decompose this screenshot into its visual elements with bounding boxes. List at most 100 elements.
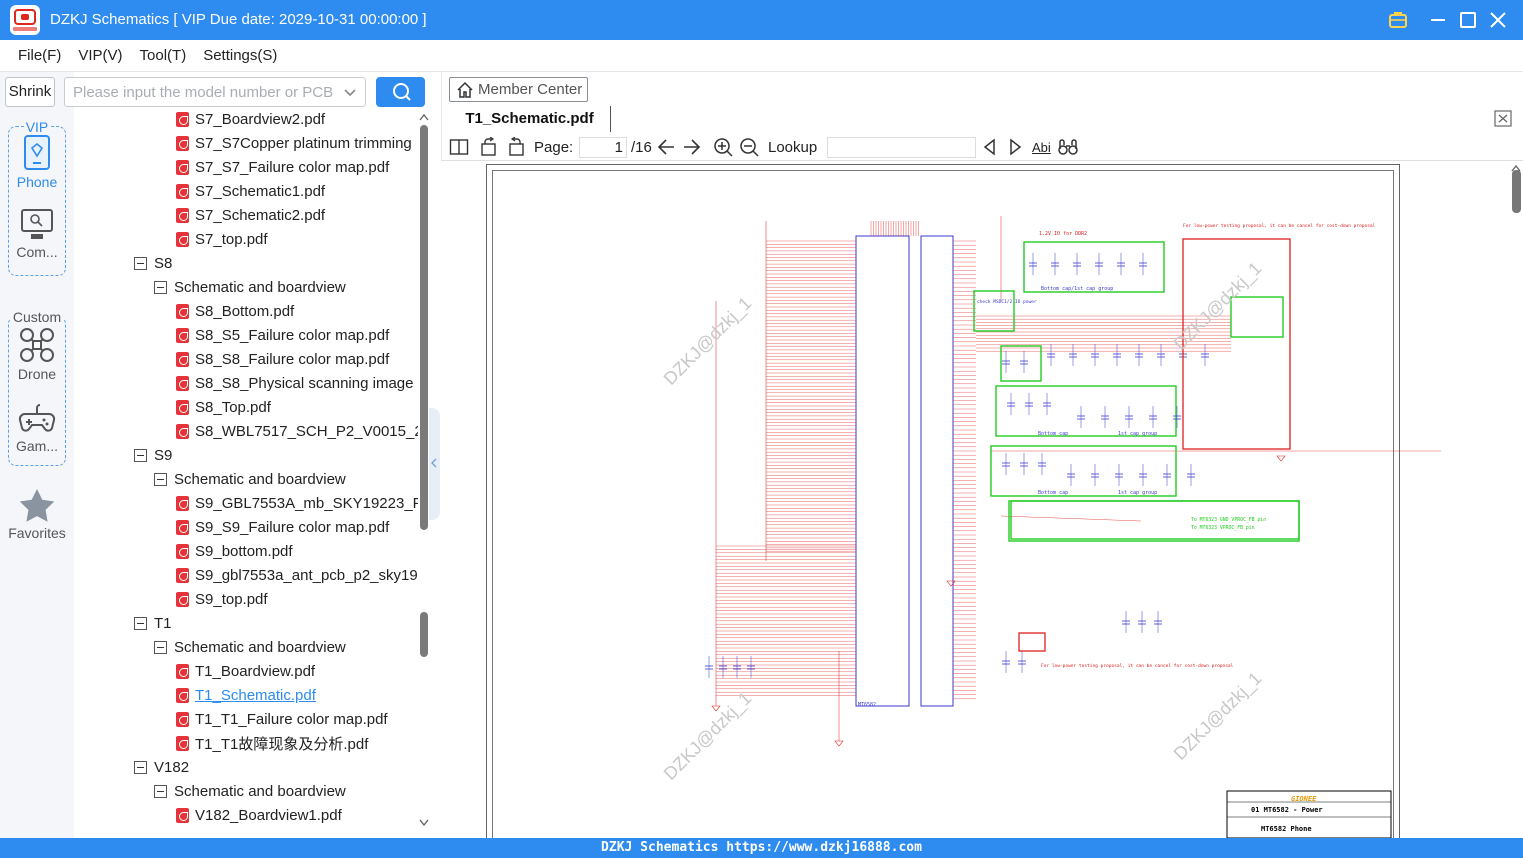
page-label: Page: (534, 139, 574, 156)
document-view[interactable]: MT6582 1.2V IO for DDR2 For low-power test… (441, 161, 1509, 838)
panel-collapse-handle[interactable] (429, 408, 440, 520)
maximize-button[interactable] (1456, 8, 1480, 32)
next-page-icon[interactable] (682, 137, 702, 157)
tree-file-item[interactable]: S8_S8_Physical scanning image (176, 371, 413, 395)
pdf-file-icon (176, 351, 189, 367)
menu-file[interactable]: File(F) (18, 47, 61, 64)
pdf-file-icon (176, 327, 189, 343)
tree-folder-item[interactable]: Schematic and boardview (154, 635, 346, 659)
category-computer[interactable]: Com... (0, 206, 74, 260)
drone-icon (20, 328, 54, 362)
tree-file-item[interactable]: S7_top.pdf (176, 227, 268, 251)
tree-item-label: S8_S5_Failure color map.pdf (195, 326, 390, 344)
document-scroll-thumb[interactable] (1512, 170, 1521, 213)
scroll-up-icon[interactable] (419, 113, 429, 121)
tree-file-item[interactable]: S7_Schematic1.pdf (176, 179, 325, 203)
tree-file-item[interactable]: S8_S8_Failure color map.pdf (176, 347, 389, 371)
tree-scroll-thumb-lower[interactable] (420, 612, 428, 657)
pdf-file-icon (176, 423, 189, 439)
category-favorites[interactable]: Favorites (0, 487, 74, 541)
tree-item-label: S9_top.pdf (195, 590, 268, 608)
tree-folder-item[interactable]: S8 (134, 251, 172, 275)
cap-group-label: Bottom cap (1038, 490, 1068, 496)
vproc-note: To MT6323 VPROC_FB pin (1191, 525, 1255, 531)
tree-file-item[interactable]: S8_Bottom.pdf (176, 299, 294, 323)
category-drone[interactable]: Drone (0, 326, 74, 382)
tree-file-item[interactable]: S7_S7_Failure color map.pdf (176, 155, 389, 179)
status-bar: DZKJ Schematics https://www.dzkj16888.co… (0, 838, 1523, 858)
category-favorites-label: Favorites (8, 525, 66, 541)
tree-folder-item[interactable]: V182 (134, 755, 189, 779)
match-case-toggle[interactable]: Abi (1032, 140, 1051, 155)
category-computer-label: Com... (16, 244, 58, 260)
collapse-toggle-icon[interactable] (134, 448, 147, 462)
tree-file-item[interactable]: T1_Schematic.pdf (176, 683, 316, 707)
rotate-right-icon[interactable] (506, 136, 526, 157)
close-button[interactable] (1486, 8, 1510, 32)
zoom-in-icon[interactable] (713, 137, 733, 157)
tree-folder-item[interactable]: Schematic and boardview (154, 779, 346, 803)
tree-item-label: S7_S7Copper platinum trimming (195, 134, 412, 152)
collapse-toggle-icon[interactable] (134, 616, 147, 630)
minimize-button[interactable] (1426, 8, 1450, 32)
tree-folder-item[interactable]: Schematic and boardview (154, 467, 346, 491)
scroll-down-icon[interactable] (419, 819, 429, 827)
find-prev-icon[interactable] (980, 137, 1000, 157)
tree-file-item[interactable]: S7_S7Copper platinum trimming (176, 131, 412, 155)
tree-folder-item[interactable]: S9 (134, 443, 172, 467)
member-center-button[interactable]: Member Center (449, 77, 588, 102)
zoom-out-icon[interactable] (739, 137, 759, 157)
tree-item-label: S7_Schematic1.pdf (195, 182, 326, 200)
briefcase-icon[interactable] (1386, 8, 1410, 32)
tree-item-label: T1 (154, 614, 172, 632)
menu-vip[interactable]: VIP(V) (78, 47, 122, 64)
close-tab-icon[interactable] (1494, 110, 1512, 127)
tree-file-item[interactable]: T1_T1_Failure color map.pdf (176, 707, 388, 731)
menu-tool[interactable]: Tool(T) (140, 47, 187, 64)
category-phone[interactable]: Phone (0, 134, 74, 190)
binoculars-icon[interactable] (1058, 137, 1078, 157)
collapse-toggle-icon[interactable] (134, 256, 147, 270)
tree-file-item[interactable]: S9_top.pdf (176, 587, 268, 611)
collapse-toggle-icon[interactable] (134, 760, 147, 774)
tree-file-item[interactable]: T1_Boardview.pdf (176, 659, 315, 683)
tree-file-item[interactable]: S7_Boardview2.pdf (176, 107, 325, 131)
tree-folder-item[interactable]: T1 (134, 611, 172, 635)
pdf-file-icon (176, 111, 189, 127)
tree-file-item[interactable]: S9_bottom.pdf (176, 539, 293, 563)
find-next-icon[interactable] (1005, 137, 1025, 157)
rotate-left-icon[interactable] (479, 136, 499, 157)
tree-file-item[interactable]: S8_Top.pdf (176, 395, 271, 419)
tree-file-item[interactable]: S9_GBL7553A_mb_SKY19223_P2 (176, 491, 418, 515)
ic-body (855, 235, 910, 707)
pdf-file-icon (176, 711, 189, 727)
category-game[interactable]: Gam... (0, 400, 74, 454)
tree-item-label: T1_Boardview.pdf (195, 662, 316, 680)
collapse-toggle-icon[interactable] (154, 472, 167, 486)
search-button[interactable] (376, 77, 425, 107)
tree-file-item[interactable]: S8_WBL7517_SCH_P2_V0015_20 (176, 419, 418, 443)
pdf-file-icon (176, 807, 189, 823)
collapse-toggle-icon[interactable] (154, 640, 167, 654)
model-tree: S7_Boardview2.pdf S7_S7Copper platinum tr… (74, 107, 418, 832)
prev-page-icon[interactable] (656, 137, 676, 157)
toggle-sidebar-icon[interactable] (449, 137, 469, 157)
tree-file-item[interactable]: T1_T1故障现象及分析.pdf (176, 731, 368, 755)
collapse-toggle-icon[interactable] (154, 784, 167, 798)
tree-folder-item[interactable]: Schematic and boardview (154, 275, 346, 299)
lookup-input[interactable] (827, 137, 976, 158)
collapse-toggle-icon[interactable] (154, 280, 167, 294)
tab-t1-schematic[interactable]: T1_Schematic.pdf (449, 106, 611, 132)
tree-file-item[interactable]: S9_gbl7553a_ant_pcb_p2_sky19. (176, 563, 418, 587)
page-number-input[interactable]: 1 (579, 137, 627, 158)
tree-file-item[interactable]: S9_S9_Failure color map.pdf (176, 515, 389, 539)
tree-file-item[interactable]: V182_Boardview1.pdf (176, 803, 342, 827)
document-scrollbar[interactable] (1509, 161, 1523, 838)
tree-file-item[interactable]: S7_Schematic2.pdf (176, 203, 325, 227)
chevron-down-icon[interactable] (343, 86, 357, 100)
shrink-button[interactable]: Shrink (5, 77, 55, 107)
tree-scroll-thumb[interactable] (420, 125, 428, 530)
model-search-input[interactable]: Please input the model number or PCB (64, 77, 366, 107)
tree-file-item[interactable]: S8_S5_Failure color map.pdf (176, 323, 389, 347)
menu-settings[interactable]: Settings(S) (203, 47, 277, 64)
